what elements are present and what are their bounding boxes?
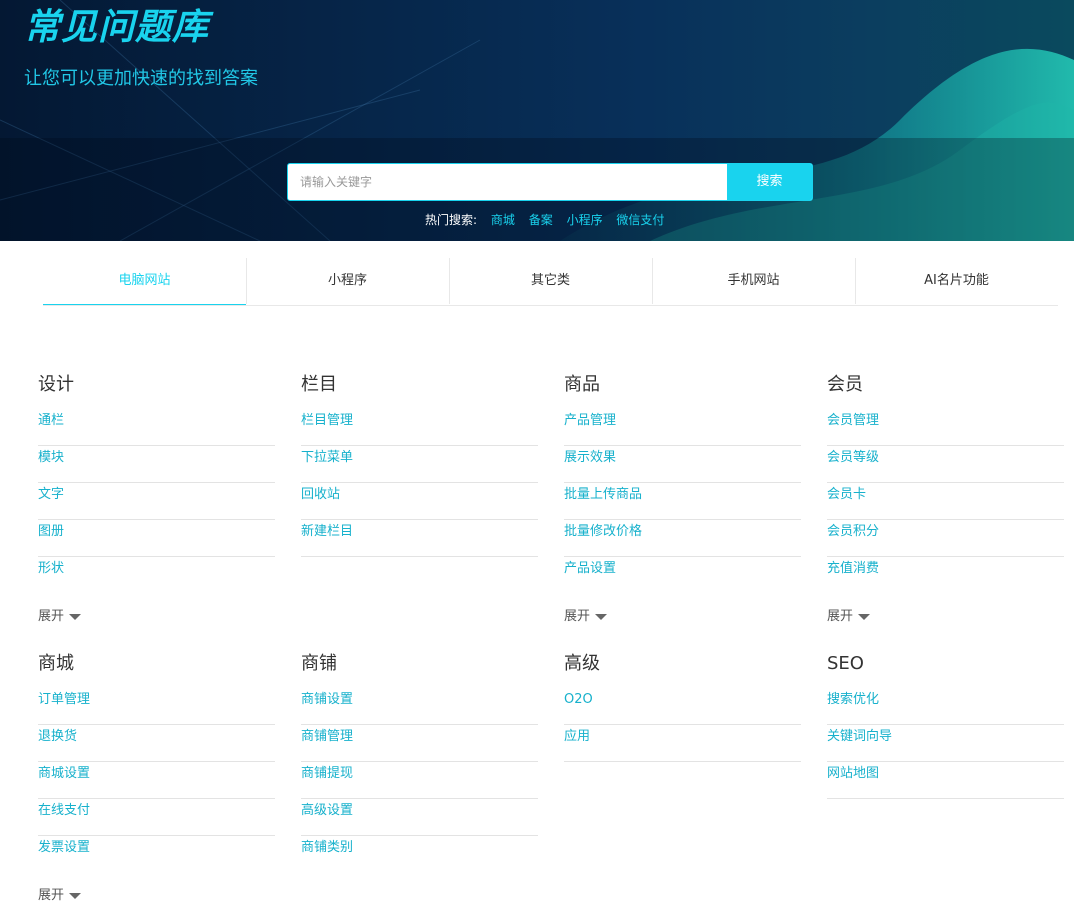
faq-link[interactable]: 高级设置 bbox=[301, 799, 538, 836]
faq-link[interactable]: 回收站 bbox=[301, 483, 538, 520]
category-title: 设计 bbox=[38, 374, 74, 395]
faq-link[interactable]: O2O bbox=[564, 688, 801, 725]
tab-pc-website[interactable]: 电脑网站 bbox=[43, 258, 246, 305]
faq-link[interactable]: 商铺类别 bbox=[301, 836, 538, 873]
category-title: SEO bbox=[827, 653, 864, 674]
caret-down-icon bbox=[858, 613, 871, 620]
faq-link[interactable]: 会员卡 bbox=[827, 483, 1064, 520]
faq-link[interactable]: 产品管理 bbox=[564, 409, 801, 446]
category-list: O2O 应用 bbox=[564, 688, 801, 762]
faq-link[interactable]: 应用 bbox=[564, 725, 801, 762]
hot-search-link[interactable]: 微信支付 bbox=[616, 213, 664, 227]
category-column: 栏目 栏目管理 下拉菜单 回收站 新建栏目 bbox=[301, 372, 538, 557]
faq-link[interactable]: 充值消费 bbox=[827, 557, 1064, 594]
faq-link[interactable]: 形状 bbox=[38, 557, 275, 594]
search-button[interactable]: 搜索 bbox=[727, 164, 812, 200]
category-list: 产品管理 展示效果 批量上传商品 批量修改价格 产品设置 bbox=[564, 409, 801, 594]
expand-button[interactable]: 展开 bbox=[38, 886, 82, 902]
faq-link[interactable]: 退换货 bbox=[38, 725, 275, 762]
hot-search-link[interactable]: 备案 bbox=[529, 213, 553, 227]
expand-label: 展开 bbox=[38, 888, 65, 902]
expand-button[interactable]: 展开 bbox=[564, 607, 608, 627]
faq-link[interactable]: 会员管理 bbox=[827, 409, 1064, 446]
expand-label: 展开 bbox=[38, 609, 65, 624]
caret-down-icon bbox=[69, 613, 82, 620]
faq-link[interactable]: 批量修改价格 bbox=[564, 520, 801, 557]
hero-banner: 常见问题库 让您可以更加快速的找到答案 搜索 热门搜索: 商城 备案 小程序 微… bbox=[0, 0, 1074, 241]
category-product: 商品 产品管理 展示效果 批量上传商品 批量修改价格 产品设置 展开 bbox=[564, 372, 801, 627]
tab-other[interactable]: 其它类 bbox=[449, 258, 652, 305]
category-title: 高级 bbox=[564, 653, 600, 674]
faq-link[interactable]: 发票设置 bbox=[38, 836, 275, 873]
faq-link[interactable]: 订单管理 bbox=[38, 688, 275, 725]
faq-link[interactable]: 新建栏目 bbox=[301, 520, 538, 557]
faq-link[interactable]: 文字 bbox=[38, 483, 275, 520]
tab-ai-card[interactable]: AI名片功能 bbox=[855, 258, 1058, 305]
category-seo: SEO 搜索优化 关键词向导 网站地图 bbox=[827, 651, 1064, 799]
hot-search-link[interactable]: 商城 bbox=[491, 213, 515, 227]
faq-link[interactable]: 商城设置 bbox=[38, 762, 275, 799]
category-list: 订单管理 退换货 商城设置 在线支付 发票设置 bbox=[38, 688, 275, 873]
faq-link[interactable]: 下拉菜单 bbox=[301, 446, 538, 483]
faq-link[interactable]: 关键词向导 bbox=[827, 725, 1064, 762]
page-subtitle: 让您可以更加快速的找到答案 bbox=[24, 68, 258, 89]
category-list: 商铺设置 商铺管理 商铺提现 高级设置 商铺类别 bbox=[301, 688, 538, 873]
page-title: 常见问题库 bbox=[24, 7, 210, 48]
faq-link[interactable]: 产品设置 bbox=[564, 557, 801, 594]
category-tabs: 电脑网站 小程序 其它类 手机网站 AI名片功能 bbox=[43, 258, 1058, 306]
expand-label: 展开 bbox=[564, 609, 591, 624]
faq-link[interactable]: 会员等级 bbox=[827, 446, 1064, 483]
category-mall: 商城 订单管理 退换货 商城设置 在线支付 发票设置 展开 bbox=[38, 651, 275, 902]
category-list: 会员管理 会员等级 会员卡 会员积分 充值消费 bbox=[827, 409, 1064, 594]
faq-link[interactable]: 网站地图 bbox=[827, 762, 1064, 799]
faq-link[interactable]: 搜索优化 bbox=[827, 688, 1064, 725]
category-list: 通栏 模块 文字 图册 形状 bbox=[38, 409, 275, 594]
category-list: 搜索优化 关键词向导 网站地图 bbox=[827, 688, 1064, 799]
hot-search-link[interactable]: 小程序 bbox=[567, 213, 603, 227]
caret-down-icon bbox=[69, 892, 82, 899]
category-title: 会员 bbox=[827, 374, 863, 395]
faq-link[interactable]: 商铺管理 bbox=[301, 725, 538, 762]
expand-button[interactable]: 展开 bbox=[38, 607, 82, 627]
hot-search-label: 热门搜索: bbox=[425, 213, 478, 227]
search-input[interactable] bbox=[288, 164, 728, 200]
hot-search: 热门搜索: 商城 备案 小程序 微信支付 bbox=[425, 211, 674, 229]
category-title: 商城 bbox=[38, 653, 74, 674]
faq-link[interactable]: 在线支付 bbox=[38, 799, 275, 836]
faq-link[interactable]: 图册 bbox=[38, 520, 275, 557]
faq-link[interactable]: 模块 bbox=[38, 446, 275, 483]
category-member: 会员 会员管理 会员等级 会员卡 会员积分 充值消费 展开 bbox=[827, 372, 1064, 627]
category-title: 栏目 bbox=[301, 374, 337, 395]
faq-link[interactable]: 栏目管理 bbox=[301, 409, 538, 446]
faq-link[interactable]: 批量上传商品 bbox=[564, 483, 801, 520]
category-title: 商铺 bbox=[301, 653, 337, 674]
category-list: 栏目管理 下拉菜单 回收站 新建栏目 bbox=[301, 409, 538, 557]
category-advanced: 高级 O2O 应用 bbox=[564, 651, 801, 762]
category-title: 商品 bbox=[564, 374, 600, 395]
faq-link[interactable]: 通栏 bbox=[38, 409, 275, 446]
search-box: 搜索 bbox=[287, 163, 813, 201]
tab-mini-program[interactable]: 小程序 bbox=[246, 258, 449, 305]
category-design: 设计 通栏 模块 文字 图册 形状 展开 bbox=[38, 372, 275, 627]
category-shop: 商铺 商铺设置 商铺管理 商铺提现 高级设置 商铺类别 bbox=[301, 651, 538, 873]
tab-mobile-website[interactable]: 手机网站 bbox=[652, 258, 855, 305]
caret-down-icon bbox=[595, 613, 608, 620]
faq-link[interactable]: 展示效果 bbox=[564, 446, 801, 483]
faq-link[interactable]: 商铺提现 bbox=[301, 762, 538, 799]
expand-button[interactable]: 展开 bbox=[827, 607, 871, 627]
faq-link[interactable]: 商铺设置 bbox=[301, 688, 538, 725]
expand-label: 展开 bbox=[827, 609, 854, 624]
faq-link[interactable]: 会员积分 bbox=[827, 520, 1064, 557]
